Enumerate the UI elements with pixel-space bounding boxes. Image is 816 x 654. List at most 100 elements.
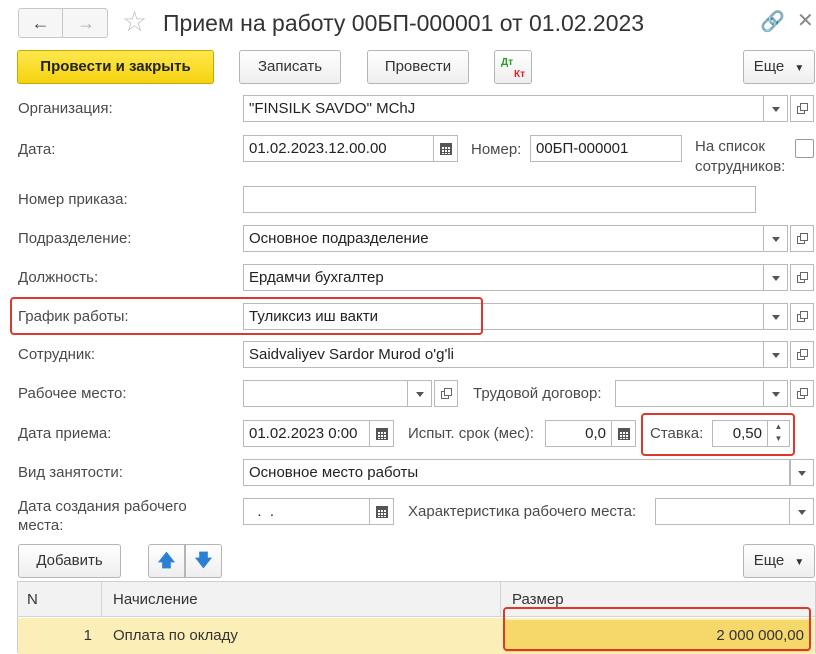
chevron-down-icon: ▼ [794,557,805,568]
dt-kt-button[interactable]: Дт Кт [494,50,532,84]
department-open-button[interactable] [790,225,814,252]
probation-field[interactable]: 0,0 [545,420,612,447]
workplace-field[interactable] [243,380,408,407]
labor-contract-field[interactable] [615,380,764,407]
workplace-created-field[interactable]: . . [243,498,370,525]
chevron-down-icon: ▼ [794,63,805,74]
organization-label: Организация: [18,100,113,117]
organization-open-button[interactable] [790,95,814,122]
number-field[interactable]: 00БП-000001 [530,135,682,162]
move-up-button[interactable]: 🡅 [148,544,185,578]
position-dropdown[interactable] [764,264,788,291]
workplace-dropdown[interactable] [408,380,432,407]
favorite-star-icon[interactable]: ☆ [122,6,147,38]
labor-contract-dropdown[interactable] [764,380,788,407]
open-icon [800,233,808,241]
open-icon [800,388,808,396]
employment-type-label: Вид занятости: [18,464,123,481]
position-field[interactable]: Ердамчи бухгалтер [243,264,764,291]
workplace-characteristic-field[interactable] [655,498,790,525]
employee-open-button[interactable] [790,341,814,368]
chevron-down-icon [771,276,780,281]
dt-kt-icon: Дт Кт [501,57,525,80]
workplace-open-button[interactable] [434,380,458,407]
arrow-down-icon: 🡇 [194,551,213,570]
open-icon [800,103,808,111]
hire-date-calendar-button[interactable] [370,420,394,447]
employee-field[interactable]: Saidvaliyev Sardor Murod o'g'li [243,341,764,368]
employment-type-field[interactable]: Основное место работы [243,459,790,486]
workplace-created-calendar-button[interactable] [370,498,394,525]
rate-highlight [641,413,795,456]
calendar-icon [440,143,452,155]
open-icon [800,311,808,319]
row-n: 1 [83,627,92,644]
calendar-icon [376,506,388,518]
workplace-characteristic-dropdown[interactable] [790,498,814,525]
open-icon [800,349,808,357]
arrow-right-icon: → [77,13,95,33]
column-header-accrual[interactable]: Начисление [113,582,198,617]
staff-list-label: На список сотрудников: [695,138,786,175]
chevron-down-icon [771,107,780,112]
date-field[interactable]: 01.02.2023.12.00.00 [243,135,434,162]
chevron-down-icon [771,237,780,242]
post-and-close-button[interactable]: Провести и закрыть [17,50,214,84]
position-open-button[interactable] [790,264,814,291]
department-dropdown[interactable] [764,225,788,252]
chevron-down-icon [771,315,780,320]
workplace-created-label: Дата создания рабочего места: [18,498,187,534]
column-header-n[interactable]: N [27,582,38,617]
open-icon [444,388,452,396]
chevron-down-icon [415,392,424,397]
date-calendar-button[interactable] [434,135,458,162]
chevron-down-icon [771,392,780,397]
schedule-open-button[interactable] [790,303,814,330]
employee-dropdown[interactable] [764,341,788,368]
save-button[interactable]: Записать [239,50,341,84]
labor-contract-label: Трудовой договор: [473,385,602,402]
probation-label: Испыт. срок (мес): [408,425,534,442]
arrow-up-icon: 🡅 [157,551,176,570]
move-down-button[interactable]: 🡇 [185,544,222,578]
nav-buttons: ← → [18,8,108,38]
position-label: Должность: [18,269,99,286]
probation-calculator-button[interactable] [612,420,636,447]
date-label: Дата: [18,141,56,158]
add-button[interactable]: Добавить [18,544,121,578]
amount-highlight [503,607,811,651]
arrow-left-icon: ← [31,13,50,33]
department-field[interactable]: Основное подразделение [243,225,764,252]
order-number-label: Номер приказа: [18,191,128,208]
more-button[interactable]: Еще ▼ [743,50,815,84]
close-icon[interactable]: ✕ [797,8,814,34]
staff-list-checkbox[interactable] [795,139,814,158]
back-button[interactable]: ← [19,9,63,37]
number-label: Номер: [471,141,522,158]
accruals-more-button[interactable]: Еще ▼ [743,544,815,578]
organization-dropdown[interactable] [764,95,788,122]
workplace-label: Рабочее место: [18,385,127,402]
open-icon [800,272,808,280]
chevron-down-icon [771,353,780,358]
employee-label: Сотрудник: [18,346,96,363]
schedule-highlight [10,297,483,335]
schedule-dropdown[interactable] [764,303,788,330]
calculator-icon [618,428,630,440]
link-icon[interactable]: 🔗 [760,10,785,34]
calendar-icon [376,428,388,440]
chevron-down-icon [798,471,806,476]
chevron-down-icon [797,510,806,515]
workplace-characteristic-label: Характеристика рабочего места: [408,503,637,520]
employment-type-dropdown[interactable] [790,459,814,486]
hire-date-label: Дата приема: [18,425,112,442]
window-title: Прием на работу 00БП-000001 от 01.02.202… [163,10,645,36]
row-accrual: Оплата по окладу [113,627,238,644]
order-number-field[interactable] [243,186,756,213]
labor-contract-open-button[interactable] [790,380,814,407]
organization-field[interactable]: "FINSILK SAVDO" MChJ [243,95,764,122]
hire-date-field[interactable]: 01.02.2023 0:00 [243,420,370,447]
post-button[interactable]: Провести [367,50,469,84]
forward-button[interactable]: → [64,9,108,37]
department-label: Подразделение: [18,230,132,247]
